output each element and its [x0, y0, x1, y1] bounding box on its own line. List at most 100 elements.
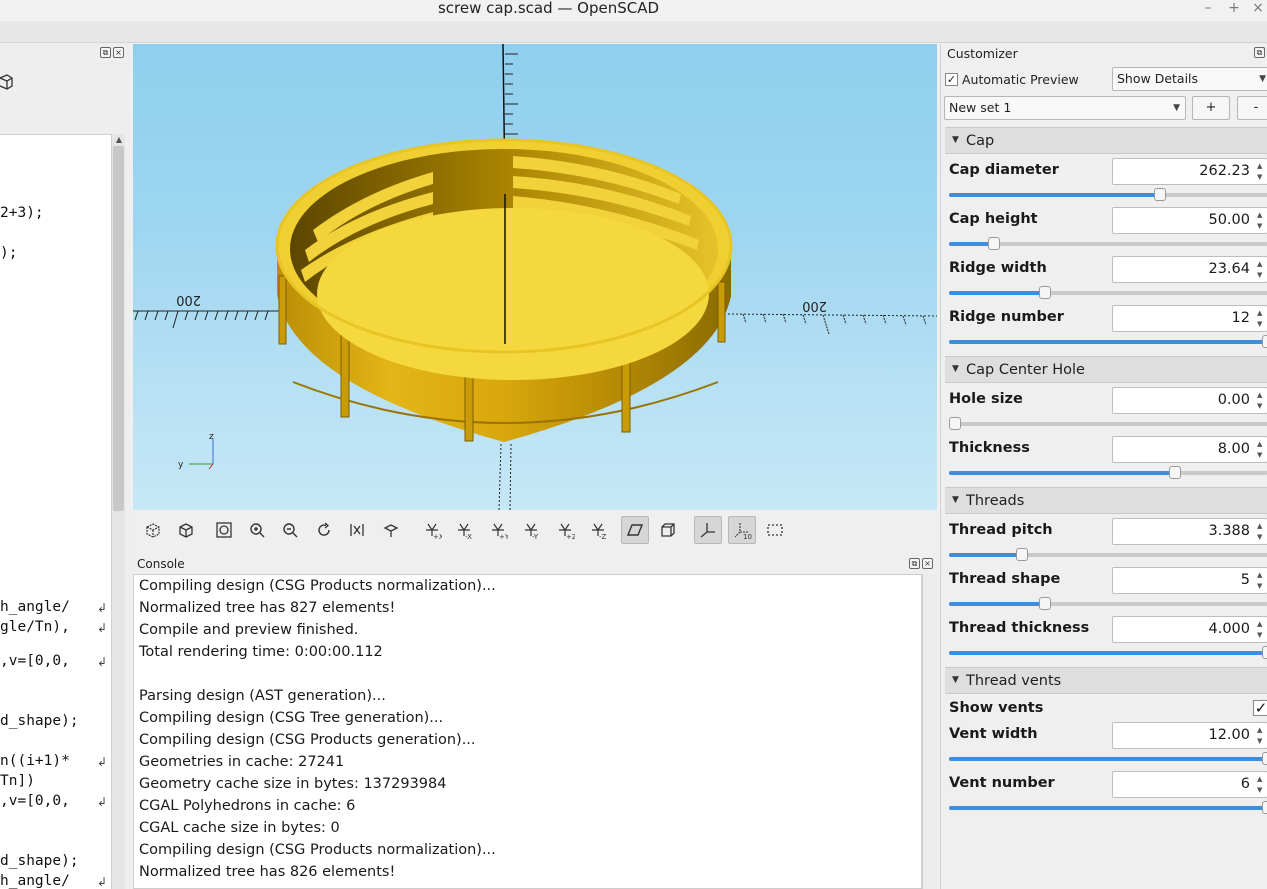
parameter-slider[interactable]	[949, 286, 1267, 300]
view-bottom-icon[interactable]: -Z	[584, 516, 612, 544]
increment-icon[interactable]: ▲	[1257, 162, 1267, 170]
slider-handle[interactable]	[1262, 752, 1267, 765]
parameter-slider[interactable]	[949, 548, 1267, 562]
parameter-spinbox[interactable]: 0.00 ▲ ▼	[1112, 387, 1267, 414]
slider-handle[interactable]	[1262, 801, 1267, 814]
parameter-spinbox[interactable]: 3.388 ▲ ▼	[1112, 518, 1267, 545]
parameter-slider[interactable]	[949, 646, 1267, 660]
parameter-slider[interactable]	[949, 466, 1267, 480]
scroll-up-icon[interactable]: ▲	[112, 134, 126, 146]
slider-handle[interactable]	[1038, 597, 1051, 610]
parameter-spinbox[interactable]: 23.64 ▲ ▼	[1112, 256, 1267, 283]
float-icon[interactable]: ⧉	[909, 558, 920, 569]
parameter-slider[interactable]	[949, 801, 1267, 815]
decrement-icon[interactable]: ▼	[1257, 533, 1267, 541]
view-back-icon[interactable]: +Y	[484, 516, 512, 544]
decrement-icon[interactable]: ▼	[1257, 173, 1267, 181]
details-select[interactable]: Show Details ▼	[1112, 67, 1267, 91]
parameter-spinbox[interactable]: 12.00 ▲ ▼	[1112, 722, 1267, 749]
parameter-slider[interactable]	[949, 237, 1267, 251]
show-edges-icon[interactable]	[761, 516, 789, 544]
increment-icon[interactable]: ▲	[1257, 775, 1267, 783]
decrement-icon[interactable]: ▼	[1257, 402, 1267, 410]
editor-scrollbar[interactable]: ▲	[111, 134, 125, 889]
parameter-spinbox[interactable]: 50.00 ▲ ▼	[1112, 207, 1267, 234]
show-axes-icon[interactable]	[694, 516, 722, 544]
reset-view-icon[interactable]	[310, 516, 338, 544]
show-vents-checkbox[interactable]: ✓	[1253, 700, 1267, 716]
decrement-icon[interactable]: ▼	[1257, 737, 1267, 745]
slider-handle[interactable]	[1169, 466, 1182, 479]
zoom-in-icon[interactable]	[243, 516, 271, 544]
render-icon[interactable]	[172, 516, 200, 544]
remove-preset-button[interactable]: -	[1237, 96, 1267, 120]
slider-handle[interactable]	[1016, 548, 1029, 561]
section-header[interactable]: ▼ Threads	[945, 487, 1267, 514]
parameter-spinbox[interactable]: 5 ▲ ▼	[1112, 567, 1267, 594]
automatic-preview-checkbox[interactable]: ✓	[945, 73, 958, 86]
view-rotate-icon[interactable]	[377, 516, 405, 544]
console-output[interactable]: Compiling design (CSG Products normaliza…	[133, 574, 922, 889]
increment-icon[interactable]: ▲	[1257, 309, 1267, 317]
slider-handle[interactable]	[1262, 335, 1267, 348]
decrement-icon[interactable]: ▼	[1257, 786, 1267, 794]
decrement-icon[interactable]: ▼	[1257, 222, 1267, 230]
decrement-icon[interactable]: ▼	[1257, 451, 1267, 459]
view-all-icon[interactable]	[210, 516, 238, 544]
maximize-button[interactable]: +	[1222, 0, 1246, 18]
parameter-spinbox[interactable]: 4.000 ▲ ▼	[1112, 616, 1267, 643]
view-front-icon[interactable]: -Y	[517, 516, 545, 544]
add-preset-button[interactable]: +	[1192, 96, 1230, 120]
preset-select[interactable]: New set 1 ▼	[944, 96, 1186, 120]
section-header[interactable]: ▼ Cap Center Hole	[945, 356, 1267, 383]
view-right-icon[interactable]: +X	[418, 516, 446, 544]
view-top-icon[interactable]: +Z	[551, 516, 579, 544]
parameter-slider[interactable]	[949, 417, 1267, 431]
parameter-spinbox[interactable]: 6 ▲ ▼	[1112, 771, 1267, 798]
increment-icon[interactable]: ▲	[1257, 440, 1267, 448]
parameter-slider[interactable]	[949, 335, 1267, 349]
3d-view-icon[interactable]	[0, 72, 16, 92]
decrement-icon[interactable]: ▼	[1257, 271, 1267, 279]
parameter-spinbox[interactable]: 8.00 ▲ ▼	[1112, 436, 1267, 463]
perspective-icon[interactable]	[621, 516, 649, 544]
decrement-icon[interactable]: ▼	[1257, 320, 1267, 328]
parameter-slider[interactable]	[949, 752, 1267, 766]
parameter-slider[interactable]	[949, 597, 1267, 611]
show-scale-icon[interactable]: 10	[728, 516, 756, 544]
orthogonal-icon[interactable]	[654, 516, 682, 544]
code-editor[interactable]: 2+3);); h_angle/ ↲ gle/Tn), ↲ ,v=[0,0, ↲ d_shap…	[0, 134, 111, 889]
slider-handle[interactable]	[987, 237, 1000, 250]
section-header[interactable]: ▼ Thread vents	[945, 667, 1267, 694]
float-icon[interactable]: ⧉	[100, 47, 111, 58]
close-button[interactable]: ×	[1246, 0, 1267, 18]
increment-icon[interactable]: ▲	[1257, 522, 1267, 530]
scroll-thumb[interactable]	[113, 146, 124, 511]
increment-icon[interactable]: ▲	[1257, 391, 1267, 399]
increment-icon[interactable]: ▲	[1257, 260, 1267, 268]
slider-handle[interactable]	[1262, 646, 1267, 659]
slider-handle[interactable]	[1038, 286, 1051, 299]
decrement-icon[interactable]: ▼	[1257, 631, 1267, 639]
parameter-slider[interactable]	[949, 188, 1267, 202]
close-icon[interactable]: ×	[922, 558, 933, 569]
slider-handle[interactable]	[1153, 188, 1166, 201]
slider-handle[interactable]	[949, 417, 962, 430]
increment-icon[interactable]: ▲	[1257, 211, 1267, 219]
console-scrollbar[interactable]	[922, 574, 937, 889]
parameter-spinbox[interactable]: 12 ▲ ▼	[1112, 305, 1267, 332]
parameter-spinbox[interactable]: 262.23 ▲ ▼	[1112, 158, 1267, 185]
close-icon[interactable]: ×	[113, 47, 124, 58]
section-header[interactable]: ▼ Cap	[945, 127, 1267, 154]
view-left-icon[interactable]: -X	[450, 516, 478, 544]
decrement-icon[interactable]: ▼	[1257, 582, 1267, 590]
preview-icon[interactable]	[139, 516, 167, 544]
minimize-button[interactable]: –	[1196, 0, 1220, 18]
float-icon[interactable]: ⧉	[1254, 47, 1265, 58]
view-ortho-mirror-icon[interactable]	[343, 516, 371, 544]
increment-icon[interactable]: ▲	[1257, 620, 1267, 628]
increment-icon[interactable]: ▲	[1257, 726, 1267, 734]
zoom-out-icon[interactable]	[276, 516, 304, 544]
3d-viewport[interactable]: 200 200 z y	[133, 44, 937, 510]
increment-icon[interactable]: ▲	[1257, 571, 1267, 579]
